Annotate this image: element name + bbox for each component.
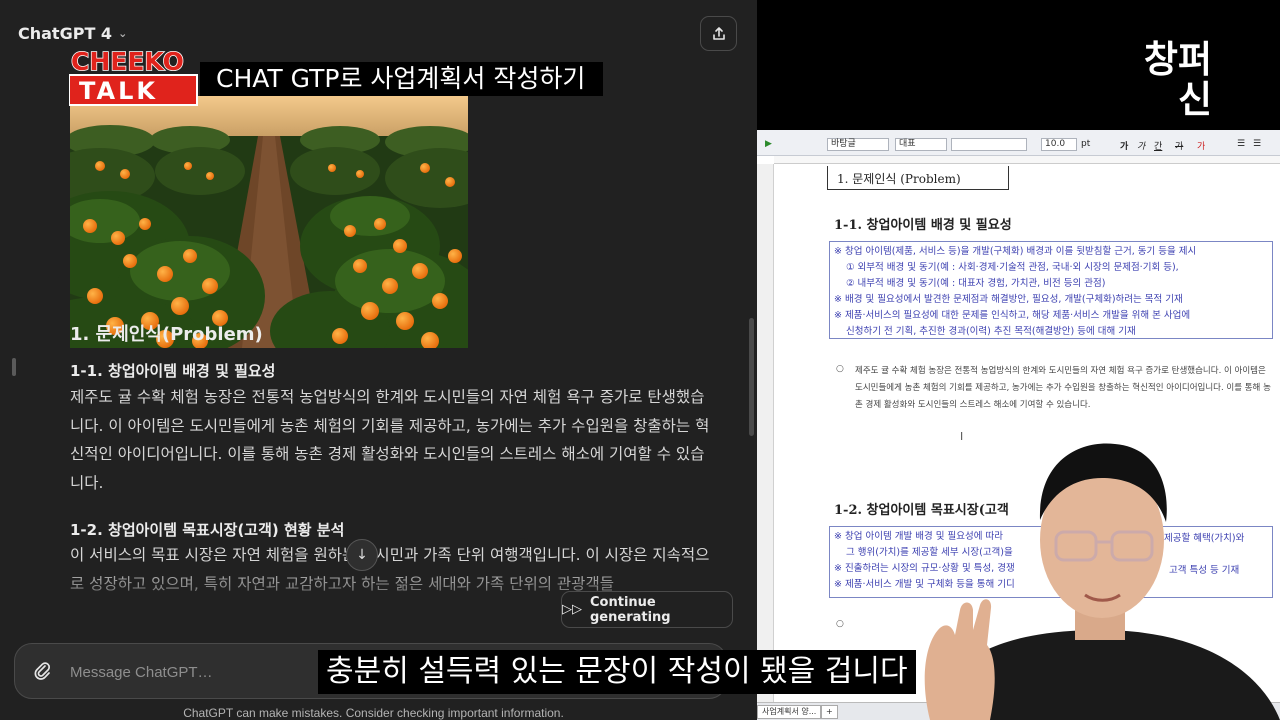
body-bullet: ○ [836,364,844,374]
share-button[interactable] [700,16,737,51]
doc-heading-1-1: 1-1. 창업아이템 배경 및 필요성 [834,218,1012,233]
underline-button[interactable]: 간 [1154,139,1162,152]
guide-line: ※ 제품·서비스의 필요성에 대한 문제를 인식하고, 해당 제품·서비스 개발… [834,310,1191,321]
strikethrough-button[interactable]: 가 [1175,139,1183,152]
scroll-down-button[interactable]: ↓ [346,539,378,571]
text-color-button[interactable]: 가 [1197,139,1205,152]
fast-forward-icon: ▷▷ [562,602,582,617]
disclaimer-text: ChatGPT can make mistakes. Consider chec… [183,706,564,720]
guide-line: ② 내부적 배경 및 동기(예 : 대표자 경험, 가치관, 비전 등의 관점) [846,278,1106,289]
font-size-input[interactable]: 10.0 [1041,138,1077,151]
font-unit-label: pt [1081,139,1091,149]
chevron-down-icon: ⌄ [118,27,128,40]
style-select[interactable]: 바탕글 [827,138,889,151]
guide-box-1-1: ※ 창업 아이템(제품, 서비스 등)을 개발(구체화) 배경과 이를 뒷받침할… [829,241,1273,339]
channel-corner-logo: 창퍼 신 [1132,40,1212,120]
heading-1-2: 1-2. 창업아이템 목표시장(고객) 현황 분석 [70,521,345,539]
heading-1-1: 1-1. 창업아이템 배경 및 필요성 [70,362,276,380]
align-left-icon[interactable]: ☰ [1237,139,1245,149]
presenter-webcam [870,430,1280,720]
horizontal-ruler [774,156,1280,164]
tangerine-orchard-image [70,96,468,348]
svg-text:CHEEKO: CHEEKO [71,47,184,76]
model-label: ChatGPT 4 [18,24,113,43]
body-bullet-2: ○ [836,619,844,629]
continue-generating-label: Continue generating [590,594,671,625]
arrow-down-icon: ↓ [356,547,368,563]
svg-text:TALK: TALK [79,77,158,105]
add-tab-button[interactable]: + [821,705,838,719]
share-icon [712,26,725,40]
paragraph-1-1: 제주도 귤 수확 체험 농장은 전통적 농업방식의 한계와 도시민들의 자연 체… [70,388,710,492]
model-selector[interactable]: ChatGPT 4 ⌄ [18,24,127,43]
video-subtitle: 충분히 설득력 있는 문장이 작성이 됐을 겁니다 [318,650,916,694]
corner-logo-line1: 창퍼 [1143,38,1212,81]
guide-line: ※ 배경 및 필요성에서 발견한 문제점과 해결방안, 필요성, 개발(구체화)… [834,294,1183,305]
video-title: CHAT GTP로 사업계획서 작성하기 [200,62,604,96]
document-tab[interactable]: 사업계획서 양... [757,705,822,719]
guide-line: 신청하기 전 기획, 추진한 경과(이력) 추진 목적(해결방안) 등에 대해 … [846,326,1136,337]
style-icon[interactable]: ▶ [765,139,772,149]
guide-line: ① 외부적 배경 및 동기(예 : 사회·경제·기술적 관점, 국내·외 시장의… [846,262,1179,273]
paperclip-icon[interactable] [31,660,53,682]
font-kind-select[interactable]: 대표 [895,138,947,151]
hwp-formatting-toolbar: ▶ 바탕글 대표 10.0 pt 가 가 간 가 가 ☰ ☰ [757,130,1280,156]
italic-button[interactable]: 가 [1137,139,1145,152]
continue-generating-button[interactable]: ▷▷ Continue generating [561,591,733,628]
bold-button[interactable]: 가 [1120,139,1128,152]
guide-line: ※ 창업 아이템(제품, 서비스 등)을 개발(구체화) 배경과 이를 뒷받침할… [834,246,1197,257]
cheeko-talk-logo: CHEEKO TALK [68,44,199,106]
doc-body-text[interactable]: 제주도 귤 수확 체험 농장은 전통적 농업방식의 한계와 도시민들의 자연 체… [855,363,1273,414]
scrollbar-thumb[interactable] [749,318,754,436]
chatgpt-pane: ChatGPT 4 ⌄ 1. 문제인식(Problem) 1-1. 창업아이템 … [0,0,757,720]
font-name-select[interactable] [951,138,1027,151]
doc-section-title: 1. 문제인식 (Problem) [837,172,961,186]
vertical-ruler [757,164,774,720]
corner-logo-line2: 신 [1177,78,1212,121]
heading-problem: 1. 문제인식(Problem) [70,324,263,345]
align-center-icon[interactable]: ☰ [1253,139,1261,149]
